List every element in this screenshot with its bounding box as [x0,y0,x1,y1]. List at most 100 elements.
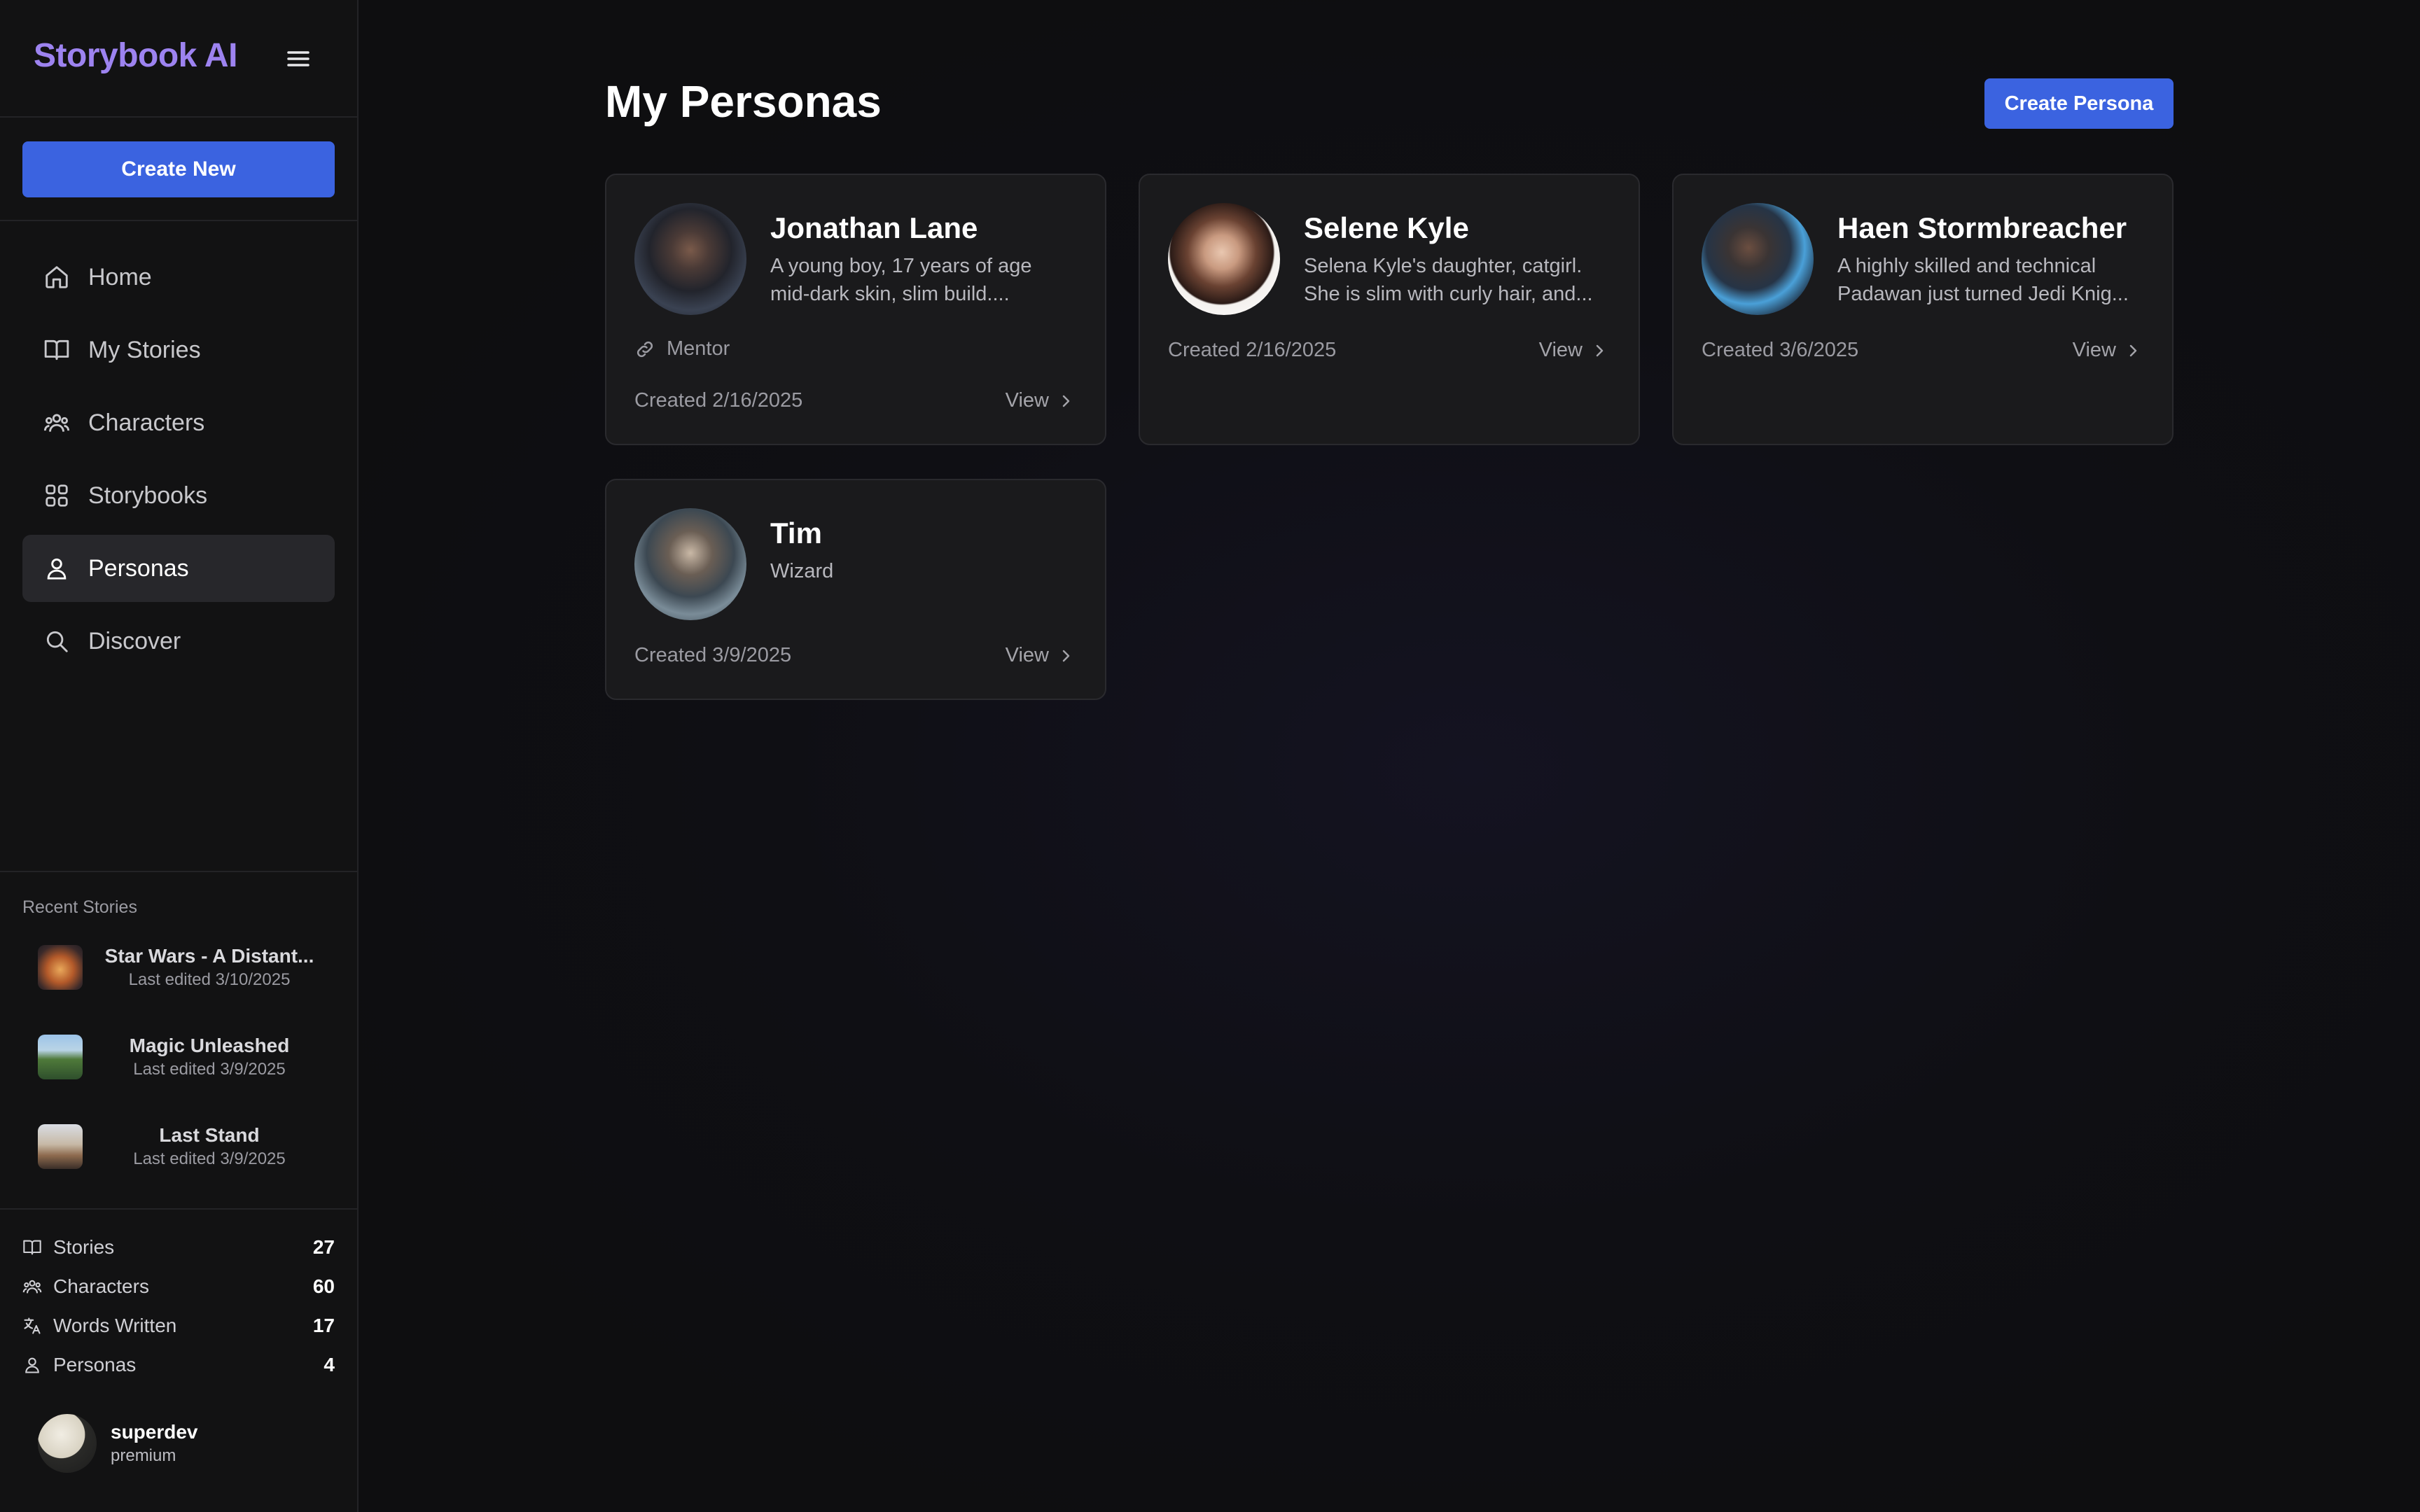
persona-card[interactable]: Selene Kyle Selena Kyle's daughter, catg… [1139,174,1640,445]
persona-desc-line: mid-dark skin, slim build.... [770,283,1010,305]
create-persona-button[interactable]: Create Persona [1984,78,2174,129]
persona-card[interactable]: Jonathan Lane A young boy, 17 years of a… [605,174,1106,445]
recent-stories: Recent Stories Star Wars - A Distant... … [0,871,359,1210]
persona-desc-line: Selena Kyle's daughter, catgirl. [1304,255,1583,277]
view-label: View [2072,339,2116,361]
view-label: View [1005,644,1049,666]
chevron-right-icon [2129,344,2137,356]
view-link[interactable]: View [1006,389,1074,412]
nav-item-characters[interactable]: Characters [22,389,335,456]
create-new-button[interactable]: Create New [22,141,335,197]
persona-tag: Mentor [634,337,730,360]
user-profile[interactable]: superdev premium [38,1414,198,1473]
link-icon [637,341,653,357]
book-icon [44,340,69,360]
stat-value: 60 [312,1275,335,1297]
chevron-right-icon [1062,650,1070,662]
nav-item-home[interactable]: Home [22,244,335,311]
stat-value: 4 [324,1354,335,1376]
persona-desc-line: She is slim with curly hair, and... [1304,283,1593,305]
stat-label: Words Written [53,1315,177,1336]
persona-created: Created 3/9/2025 [634,644,792,666]
story-title: Last Stand [159,1124,260,1146]
stat-label: Stories [53,1236,115,1258]
create-section: Create New [0,118,357,221]
stats-panel: Stories 27 Characters 60 Words Written 1… [0,1208,359,1383]
persona-card[interactable]: Tim Wizard Created 3/9/2025 View [605,479,1106,700]
persona-created: Created 2/16/2025 [1168,339,1337,361]
story-thumbnail [38,1035,83,1079]
user-icon [47,558,67,580]
persona-name: Jonathan Lane [770,211,978,244]
avatar [38,1414,97,1473]
persona-tag-label: Mentor [667,337,730,360]
view-label: View [1005,389,1049,412]
nav-label-discover: Discover [88,627,181,654]
persona-created: Created 3/6/2025 [1702,339,1859,361]
chevron-right-icon [1596,344,1604,356]
recent-story-item[interactable]: Magic Unleashed Last edited 3/9/2025 [22,1021,336,1093]
story-title: Star Wars - A Distant... [104,945,314,967]
nav-label-storybooks: Storybooks [88,482,208,509]
page-title: My Personas [605,76,882,127]
persona-name: Haen Stormbreacher [1837,211,2127,244]
persona-name: Selene Kyle [1304,211,1469,244]
story-thumbnail [38,945,83,990]
stat-value: 27 [312,1236,335,1258]
nav-label-characters: Characters [88,409,205,436]
persona-card[interactable]: Haen Stormbreacher A highly skilled and … [1672,174,2174,445]
persona-created: Created 2/16/2025 [634,389,803,412]
book-icon [23,1240,41,1255]
user-name: superdev [111,1421,198,1443]
stat-characters: Characters 60 [22,1267,335,1306]
persona-desc-line: Padawan just turned Jedi Knig... [1837,283,2129,305]
sidebar-header: Storybook AI [0,0,357,118]
nav-item-my-stories[interactable]: My Stories [22,316,335,384]
persona-avatar [1702,203,1814,315]
story-edited: Last edited 3/9/2025 [133,1060,286,1079]
story-edited: Last edited 3/10/2025 [128,970,291,989]
nav-item-personas[interactable]: Personas [22,535,335,602]
persona-description: Selena Kyle's daughter, catgirl. She is … [1304,252,1612,308]
stat-label: Characters [53,1275,149,1297]
persona-description: Wizard [770,557,1078,585]
users-icon [22,1280,42,1294]
stat-personas: Personas 4 [22,1345,335,1385]
nav-label-personas: Personas [88,554,189,582]
recent-stories-heading: Recent Stories [22,897,137,917]
nav-label-my-stories: My Stories [88,336,201,363]
home-icon [46,266,68,288]
recent-story-item[interactable]: Last Stand Last edited 3/9/2025 [22,1110,336,1183]
brand-logo[interactable]: Storybook AI [34,36,237,75]
persona-desc-line: A highly skilled and technical [1837,255,2096,277]
nav-item-storybooks[interactable]: Storybooks [22,462,335,529]
view-label: View [1538,339,1583,361]
view-link[interactable]: View [2073,339,2141,362]
stat-value: 17 [312,1315,335,1336]
user-tier: premium [111,1446,176,1465]
translate-icon [24,1317,41,1334]
persona-avatar [634,508,746,620]
nav-item-discover[interactable]: Discover [22,608,335,675]
persona-desc-line: Wizard [770,560,834,582]
stat-label: Personas [53,1354,137,1376]
nav-label-home: Home [88,263,152,290]
users-icon [43,414,70,432]
search-icon [46,631,68,652]
persona-desc-line: A young boy, 17 years of age [770,255,1032,277]
menu-icon[interactable] [283,46,314,71]
view-link[interactable]: View [1539,339,1608,362]
persona-description: A highly skilled and technical Padawan j… [1837,252,2146,308]
recent-story-item[interactable]: Star Wars - A Distant... Last edited 3/1… [22,931,336,1004]
grid-icon [46,484,68,507]
story-edited: Last edited 3/9/2025 [133,1149,286,1168]
persona-avatar [634,203,746,315]
user-icon [25,1357,39,1373]
view-link[interactable]: View [1006,644,1074,667]
story-title: Magic Unleashed [129,1035,290,1056]
stat-stories: Stories 27 [22,1228,335,1267]
persona-avatar [1168,203,1280,315]
sidebar: Storybook AI Create New Home My Stories … [0,0,359,1512]
story-thumbnail [38,1124,83,1169]
persona-name: Tim [770,517,822,550]
